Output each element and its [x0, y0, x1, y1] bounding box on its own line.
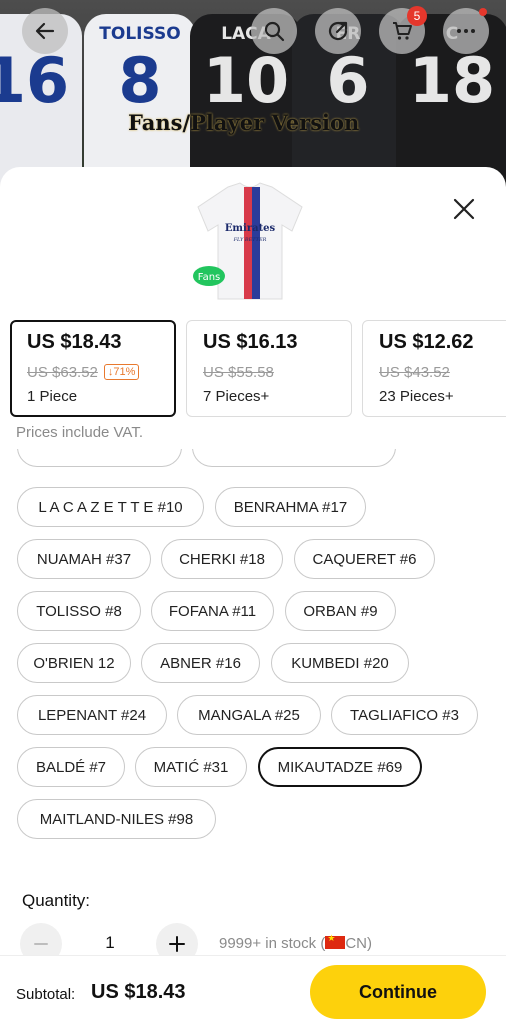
close-icon[interactable] [448, 193, 480, 225]
back-button[interactable] [22, 8, 68, 54]
player-option-selected[interactable]: MIKAUTADZE #69 [258, 747, 422, 787]
player-option[interactable]: ABNER #16 [141, 643, 260, 683]
china-flag-icon [325, 933, 346, 949]
search-icon [264, 21, 285, 42]
tier-price: US $18.43 [27, 331, 122, 353]
jersey-number: 16 [0, 44, 70, 117]
quantity-value[interactable]: 1 [84, 933, 136, 953]
thumbnail-tag: Fans [198, 272, 221, 283]
price-tier-list: US $18.43 US $63.52 ↓71% 1 Piece US $16.1… [10, 320, 506, 418]
search-button[interactable] [251, 8, 297, 54]
player-option[interactable] [17, 449, 182, 467]
price-tier-23-pieces[interactable]: US $12.62 US $43.52 23 Pieces+ [362, 320, 506, 417]
player-option-list: L A C A Z E T T E #10 BENRAHMA #17 NUAMA… [0, 449, 506, 849]
player-option[interactable]: ORBAN #9 [285, 591, 396, 631]
plus-icon [169, 936, 185, 952]
checkout-bar: Subtotal: US $18.43 Continue [0, 955, 506, 1024]
price-tier-1-piece[interactable]: US $18.43 US $63.52 ↓71% 1 Piece [10, 320, 176, 417]
more-dots-icon [457, 29, 475, 33]
discount-badge: ↓71% [103, 364, 140, 380]
continue-button[interactable]: Continue [310, 965, 486, 1019]
player-option[interactable] [192, 449, 396, 467]
player-option[interactable]: FOFANA #11 [151, 591, 274, 631]
more-button[interactable] [443, 8, 489, 54]
tier-quantity: 23 Pieces+ [379, 388, 454, 405]
subtotal-label: Subtotal: [16, 986, 76, 1003]
sku-selection-sheet: Emirates FLY BETTER Fans US $18.43 US $6… [0, 167, 506, 1024]
stock-info: 9999+ in stock ( CN) [219, 933, 372, 952]
hero-caption: Fans/Player Version [128, 110, 360, 135]
jersey-number: 10 [202, 44, 290, 117]
cart-button[interactable]: 5 [379, 6, 427, 54]
player-option[interactable]: MAITLAND-NILES #98 [17, 799, 216, 839]
cart-count-badge: 5 [407, 6, 427, 26]
player-option[interactable]: O'BRIEN 12 [17, 643, 131, 683]
jersey-name: TOLISSO [99, 24, 181, 44]
notification-dot [479, 8, 487, 16]
player-option[interactable]: KUMBEDI #20 [271, 643, 409, 683]
jersey-number: 18 [408, 44, 496, 117]
player-option[interactable]: CAQUERET #6 [294, 539, 435, 579]
tier-old-price: US $43.52 [379, 364, 450, 381]
thumbnail-sponsor: Emirates [225, 223, 276, 234]
jersey-number: 6 [326, 44, 370, 117]
stock-origin: CN) [345, 935, 372, 952]
quantity-label: Quantity: [22, 891, 91, 910]
player-option[interactable]: BALDÉ #7 [17, 747, 125, 787]
tier-quantity: 7 Pieces+ [203, 388, 270, 405]
vat-note: Prices include VAT. [16, 424, 143, 441]
tier-old-price: US $63.52 [27, 364, 98, 381]
share-icon [328, 21, 348, 41]
player-option[interactable]: L A C A Z E T T E #10 [17, 487, 204, 527]
player-option[interactable]: LEPENANT #24 [17, 695, 167, 735]
stock-text: 9999+ in stock ( [219, 935, 326, 952]
player-option[interactable]: MANGALA #25 [177, 695, 321, 735]
player-option[interactable]: TOLISSO #8 [17, 591, 141, 631]
player-option[interactable]: NUAMAH #37 [17, 539, 151, 579]
tier-old-price: US $55.58 [203, 364, 274, 381]
jersey-number: 8 [118, 44, 162, 117]
minus-icon [34, 943, 48, 945]
thumbnail-sponsor-sub: FLY BETTER [233, 237, 267, 243]
product-thumbnail[interactable]: Emirates FLY BETTER Fans [190, 179, 310, 303]
arrow-left-icon [35, 22, 55, 40]
player-option[interactable]: TAGLIAFICO #3 [331, 695, 478, 735]
player-option[interactable]: CHERKI #18 [161, 539, 283, 579]
tier-price: US $12.62 [379, 331, 474, 353]
tier-quantity: 1 Piece [27, 388, 78, 405]
player-option[interactable]: BENRAHMA #17 [215, 487, 366, 527]
share-button[interactable] [315, 8, 361, 54]
price-tier-7-pieces[interactable]: US $16.13 US $55.58 7 Pieces+ [186, 320, 352, 417]
player-option[interactable]: MATIĆ #31 [135, 747, 247, 787]
tier-price: US $16.13 [203, 331, 298, 353]
subtotal-value: US $18.43 [91, 981, 186, 1003]
